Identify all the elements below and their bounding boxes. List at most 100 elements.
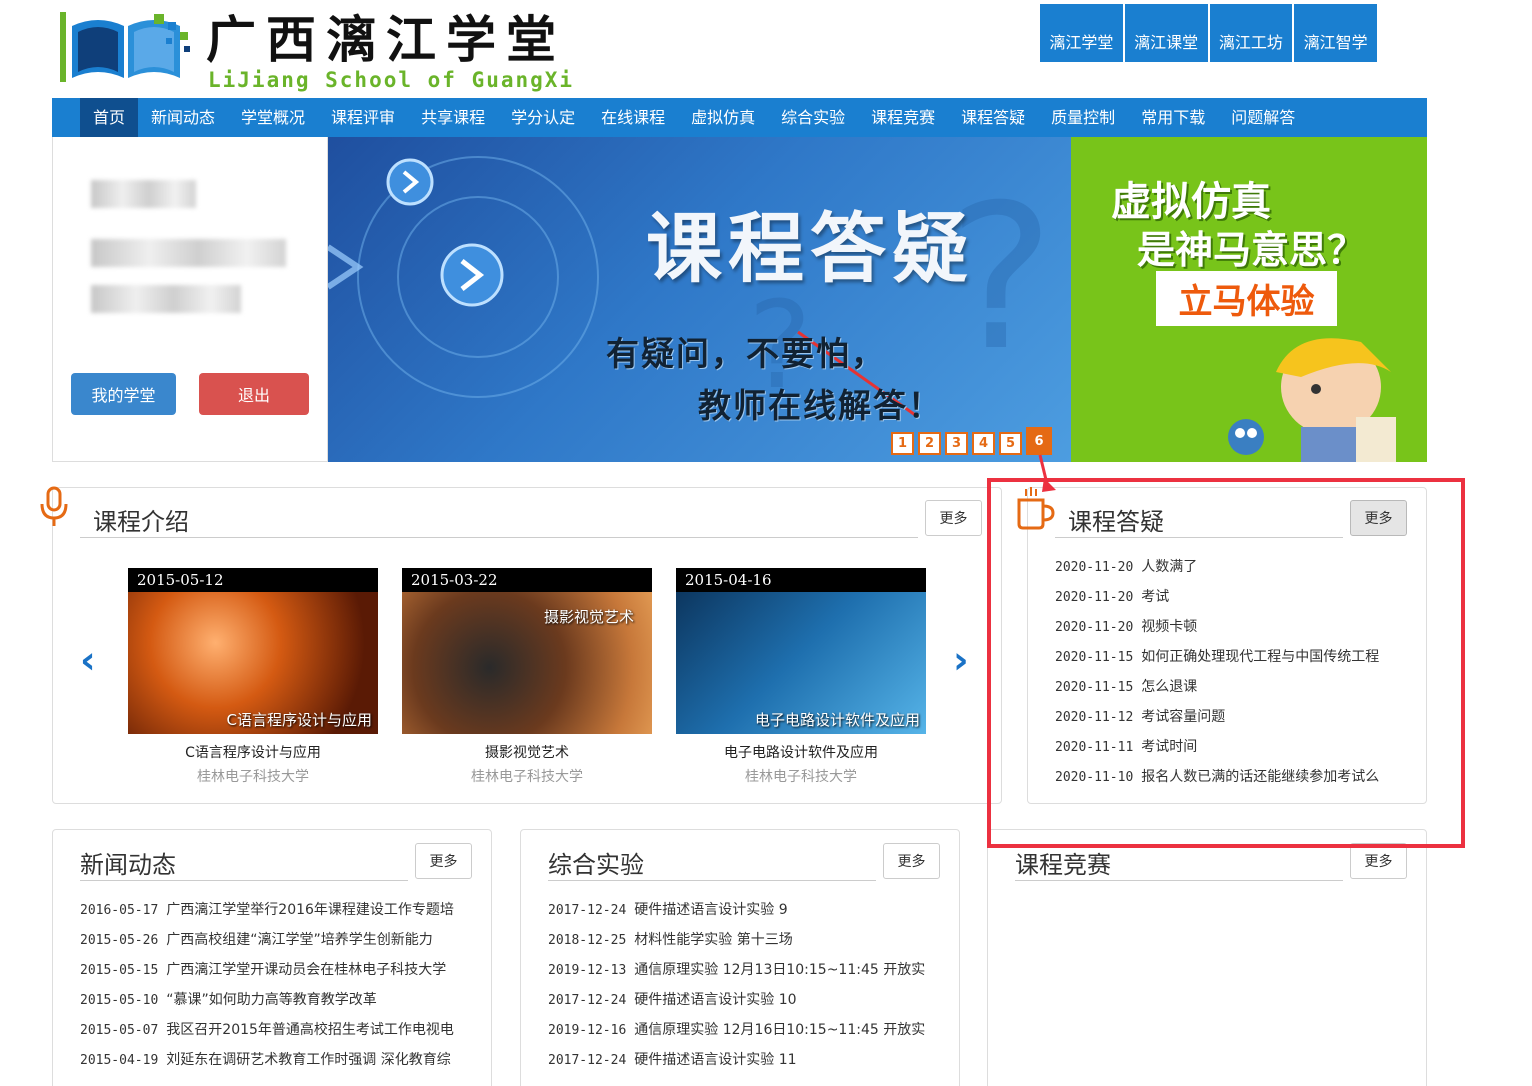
course-qa-more-button[interactable]: 更多 <box>1350 500 1407 536</box>
list-item-date: 2019-12-16 <box>548 1023 627 1038</box>
top-link-lijiang-classroom[interactable]: 漓江课堂 <box>1124 0 1210 62</box>
list-item-text[interactable]: 人数满了 <box>1141 559 1197 575</box>
list-item-text[interactable]: 广西漓江学堂开课动员会在桂林电子科技大学 <box>166 962 446 978</box>
list-item-text[interactable]: 报名人数已满的话还能继续参加考试么 <box>1141 769 1379 785</box>
news-more-button[interactable]: 更多 <box>415 843 472 879</box>
list-item-text[interactable]: 考试容量问题 <box>1141 709 1225 725</box>
list-item[interactable]: 2020-11-15 如何正确处理现代工程与中国传统工程 <box>1055 642 1415 672</box>
nav-item-credit[interactable]: 学分认定 <box>498 98 588 137</box>
list-item[interactable]: 2020-11-10 报名人数已满的话还能继续参加考试么 <box>1055 762 1415 792</box>
logout-button[interactable]: 退出 <box>199 373 309 415</box>
list-item-text[interactable]: 怎么退课 <box>1141 679 1197 695</box>
list-item-date: 2015-05-15 <box>80 963 159 978</box>
list-item-text[interactable]: 考试 <box>1141 589 1169 605</box>
list-item-text[interactable]: 刘延东在调研艺术教育工作时强调 深化教育综 <box>166 1052 450 1068</box>
course-name[interactable]: 电子电路设计软件及应用 <box>676 742 926 762</box>
list-item[interactable]: 2020-11-15 怎么退课 <box>1055 672 1415 702</box>
list-item[interactable]: 2019-12-13 通信原理实验 12月13日10:15~11:45 开放实 <box>548 955 933 985</box>
course-thumbnail[interactable]: 2015-04-16 电子电路设计软件及应用 <box>676 568 926 734</box>
list-item-text[interactable]: 硬件描述语言设计实验 10 <box>634 992 796 1008</box>
list-item[interactable]: 2018-12-25 材料性能学实验 第十三场 <box>548 925 933 955</box>
list-item[interactable]: 2017-12-24 硬件描述语言设计实验 9 <box>548 895 933 925</box>
list-item[interactable]: 2020-11-20 人数满了 <box>1055 552 1415 582</box>
list-item[interactable]: 2015-04-19 刘延东在调研艺术教育工作时强调 深化教育综 <box>80 1045 465 1075</box>
try-now-button[interactable]: 立马体验 <box>1156 271 1337 326</box>
list-item[interactable]: 2017-12-24 硬件描述语言设计实验 11 <box>548 1045 933 1075</box>
top-link-lijiang-smart[interactable]: 漓江智学 <box>1294 0 1377 62</box>
course-card[interactable]: 2015-05-12 C语言程序设计与应用 C语言程序设计与应用 桂林电子科技大… <box>128 568 378 786</box>
news-list: 2016-05-17 广西漓江学堂举行2016年课程建设工作专题培 2015-05… <box>80 895 465 1075</box>
course-intro-title: 课程介绍 <box>93 508 189 536</box>
list-item-text[interactable]: 我区召开2015年普通高校招生考试工作电视电 <box>166 1022 454 1038</box>
list-item-text[interactable]: 如何正确处理现代工程与中国传统工程 <box>1141 649 1379 665</box>
list-item-text[interactable]: 考试时间 <box>1141 739 1197 755</box>
slide-dot-3[interactable]: 3 <box>945 432 968 455</box>
nav-item-quality[interactable]: 质量控制 <box>1038 98 1128 137</box>
course-school: 桂林电子科技大学 <box>197 769 309 785</box>
main-nav: 首页 新闻动态 学堂概况 课程评审 共享课程 学分认定 在线课程 虚拟仿真 综合… <box>52 98 1427 137</box>
list-item-text[interactable]: 广西高校组建“漓江学堂”培养学生创新能力 <box>166 932 433 948</box>
virtual-sim-ad[interactable]: 虚拟仿真 是神马意思？ 立马体验 <box>1071 137 1427 462</box>
course-intro-more-button[interactable]: 更多 <box>925 500 982 536</box>
list-item-text[interactable]: 通信原理实验 12月13日10:15~11:45 开放实 <box>634 962 925 978</box>
course-qa-title: 课程答疑 <box>1068 508 1164 536</box>
banner-slide[interactable]: ? ? 课程答疑 有疑问，不要怕， 教师在线解答！ 1 2 3 4 5 6 <box>328 137 1071 462</box>
course-name[interactable]: C语言程序设计与应用 <box>128 742 378 762</box>
nav-item-course-review[interactable]: 课程评审 <box>318 98 408 137</box>
list-item[interactable]: 2015-05-10 “慕课”如何助力高等教育教学改革 <box>80 985 465 1015</box>
slide-dot-4[interactable]: 4 <box>972 432 995 455</box>
list-item-text[interactable]: 广西漓江学堂举行2016年课程建设工作专题培 <box>166 902 454 918</box>
coffee-cup-icon <box>1017 487 1055 530</box>
nav-item-faq[interactable]: 问题解答 <box>1218 98 1308 137</box>
list-item-text[interactable]: 通信原理实验 12月16日10:15~11:45 开放实 <box>634 1022 925 1038</box>
list-item-text[interactable]: “慕课”如何助力高等教育教学改革 <box>166 992 377 1008</box>
list-item[interactable]: 2015-05-15 广西漓江学堂开课动员会在桂林电子科技大学 <box>80 955 465 985</box>
my-school-button[interactable]: 我的学堂 <box>71 373 176 415</box>
slide-dot-2[interactable]: 2 <box>918 432 941 455</box>
list-item[interactable]: 2020-11-12 考试容量问题 <box>1055 702 1415 732</box>
list-item-text[interactable]: 视频卡顿 <box>1141 619 1197 635</box>
nav-item-online-courses[interactable]: 在线课程 <box>588 98 678 137</box>
slide-dot-5[interactable]: 5 <box>999 432 1022 455</box>
nav-item-news[interactable]: 新闻动态 <box>138 98 228 137</box>
course-card[interactable]: 2015-04-16 电子电路设计软件及应用 电子电路设计软件及应用 桂林电子科… <box>676 568 926 786</box>
top-link-lijiang-workshop[interactable]: 漓江工坊 <box>1209 0 1295 62</box>
course-thumbnail[interactable]: 2015-03-22 摄影视觉艺术 <box>402 568 652 734</box>
nav-item-overview[interactable]: 学堂概况 <box>228 98 318 137</box>
list-item[interactable]: 2015-05-07 我区召开2015年普通高校招生考试工作电视电 <box>80 1015 465 1045</box>
list-item[interactable]: 2016-05-17 广西漓江学堂举行2016年课程建设工作专题培 <box>80 895 465 925</box>
course-thumbnail[interactable]: 2015-05-12 C语言程序设计与应用 <box>128 568 378 734</box>
nav-item-shared-courses[interactable]: 共享课程 <box>408 98 498 137</box>
course-card[interactable]: 2015-03-22 摄影视觉艺术 摄影视觉艺术 桂林电子科技大学 <box>402 568 652 786</box>
list-item[interactable]: 2020-11-20 视频卡顿 <box>1055 612 1415 642</box>
top-link-lijiang-school[interactable]: 漓江学堂 <box>1040 0 1125 62</box>
nav-item-home[interactable]: 首页 <box>80 98 139 137</box>
list-item[interactable]: 2020-11-20 考试 <box>1055 582 1415 612</box>
contest-more-button[interactable]: 更多 <box>1350 843 1407 879</box>
nav-item-downloads[interactable]: 常用下载 <box>1128 98 1218 137</box>
slide-dot-6[interactable]: 6 <box>1026 427 1052 455</box>
banner-title: 课程答疑 <box>646 204 974 293</box>
nav-item-virtual-sim[interactable]: 虚拟仿真 <box>678 98 768 137</box>
slide-dot-1[interactable]: 1 <box>891 432 914 455</box>
course-thumb-caption: C语言程序设计与应用 <box>226 711 372 729</box>
list-item-text[interactable]: 硬件描述语言设计实验 11 <box>634 1052 796 1068</box>
blurred-user-info <box>91 239 286 267</box>
list-item-text[interactable]: 硬件描述语言设计实验 9 <box>634 902 787 918</box>
list-item[interactable]: 2015-05-26 广西高校组建“漓江学堂”培养学生创新能力 <box>80 925 465 955</box>
carousel-prev-icon[interactable]: ‹ <box>80 638 96 682</box>
list-item[interactable]: 2017-12-24 硬件描述语言设计实验 10 <box>548 985 933 1015</box>
nav-item-lab[interactable]: 综合实验 <box>768 98 858 137</box>
ad-line2: 是神马意思？ <box>1137 228 1366 272</box>
microphone-icon <box>40 486 68 526</box>
nav-item-qa[interactable]: 课程答疑 <box>948 98 1038 137</box>
list-item-text[interactable]: 材料性能学实验 第十三场 <box>634 932 792 948</box>
site-logo[interactable]: 广西漓江学堂 LiJiang School of GuangXi <box>58 6 572 92</box>
list-item-date: 2020-11-15 <box>1055 680 1134 695</box>
list-item[interactable]: 2020-11-11 考试时间 <box>1055 732 1415 762</box>
carousel-next-icon[interactable]: › <box>953 638 969 682</box>
lab-more-button[interactable]: 更多 <box>883 843 940 879</box>
nav-item-contest[interactable]: 课程竞赛 <box>858 98 948 137</box>
list-item[interactable]: 2019-12-16 通信原理实验 12月16日10:15~11:45 开放实 <box>548 1015 933 1045</box>
course-name[interactable]: 摄影视觉艺术 <box>402 742 652 762</box>
